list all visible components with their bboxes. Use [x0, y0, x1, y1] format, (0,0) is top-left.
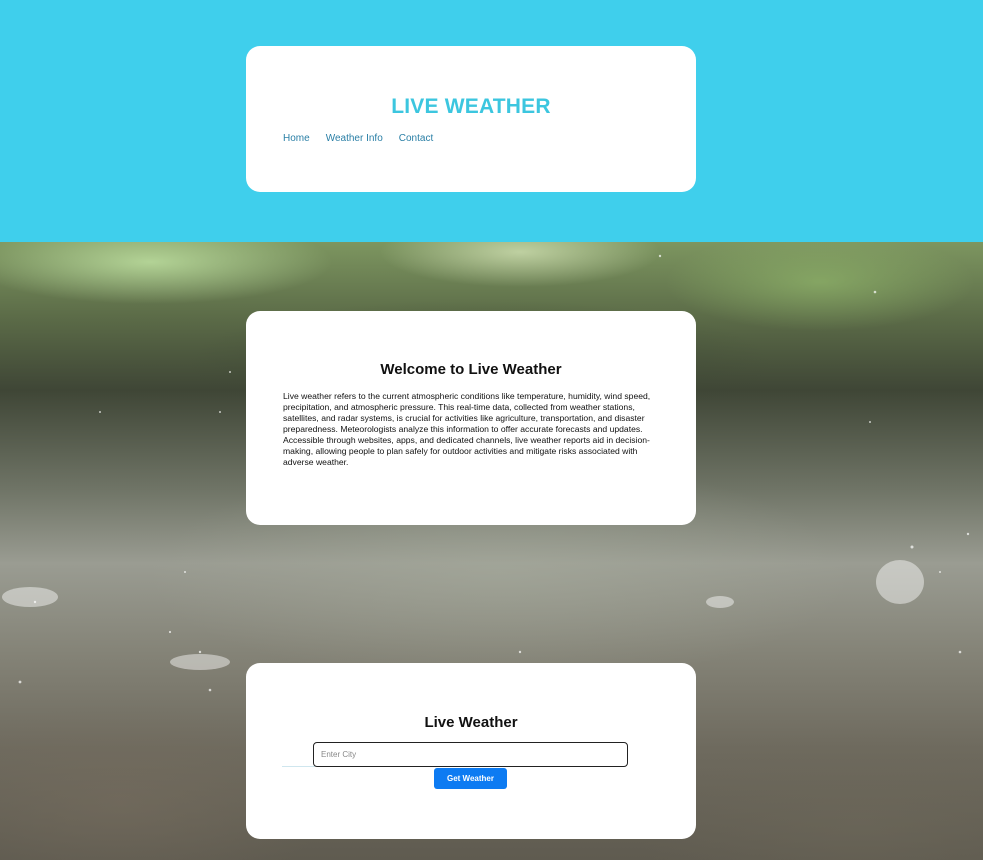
main-nav: Home Weather Info Contact [283, 133, 433, 144]
welcome-description: Live weather refers to the current atmos… [283, 391, 651, 467]
city-input[interactable] [313, 742, 628, 767]
nav-link-contact[interactable]: Contact [399, 133, 433, 144]
header-card: LIVE WEATHER Home Weather Info Contact [246, 46, 696, 192]
welcome-title: Welcome to Live Weather [380, 361, 562, 378]
get-weather-button[interactable]: Get Weather [434, 768, 507, 789]
welcome-card: Welcome to Live Weather Live weather ref… [246, 311, 696, 525]
nav-link-home[interactable]: Home [283, 133, 310, 144]
site-title: LIVE WEATHER [391, 95, 551, 118]
input-underline-decoration [282, 766, 315, 767]
weather-search-card: Live Weather Get Weather [246, 663, 696, 839]
nav-link-weather-info[interactable]: Weather Info [326, 133, 383, 144]
weather-search-title: Live Weather [424, 714, 518, 731]
